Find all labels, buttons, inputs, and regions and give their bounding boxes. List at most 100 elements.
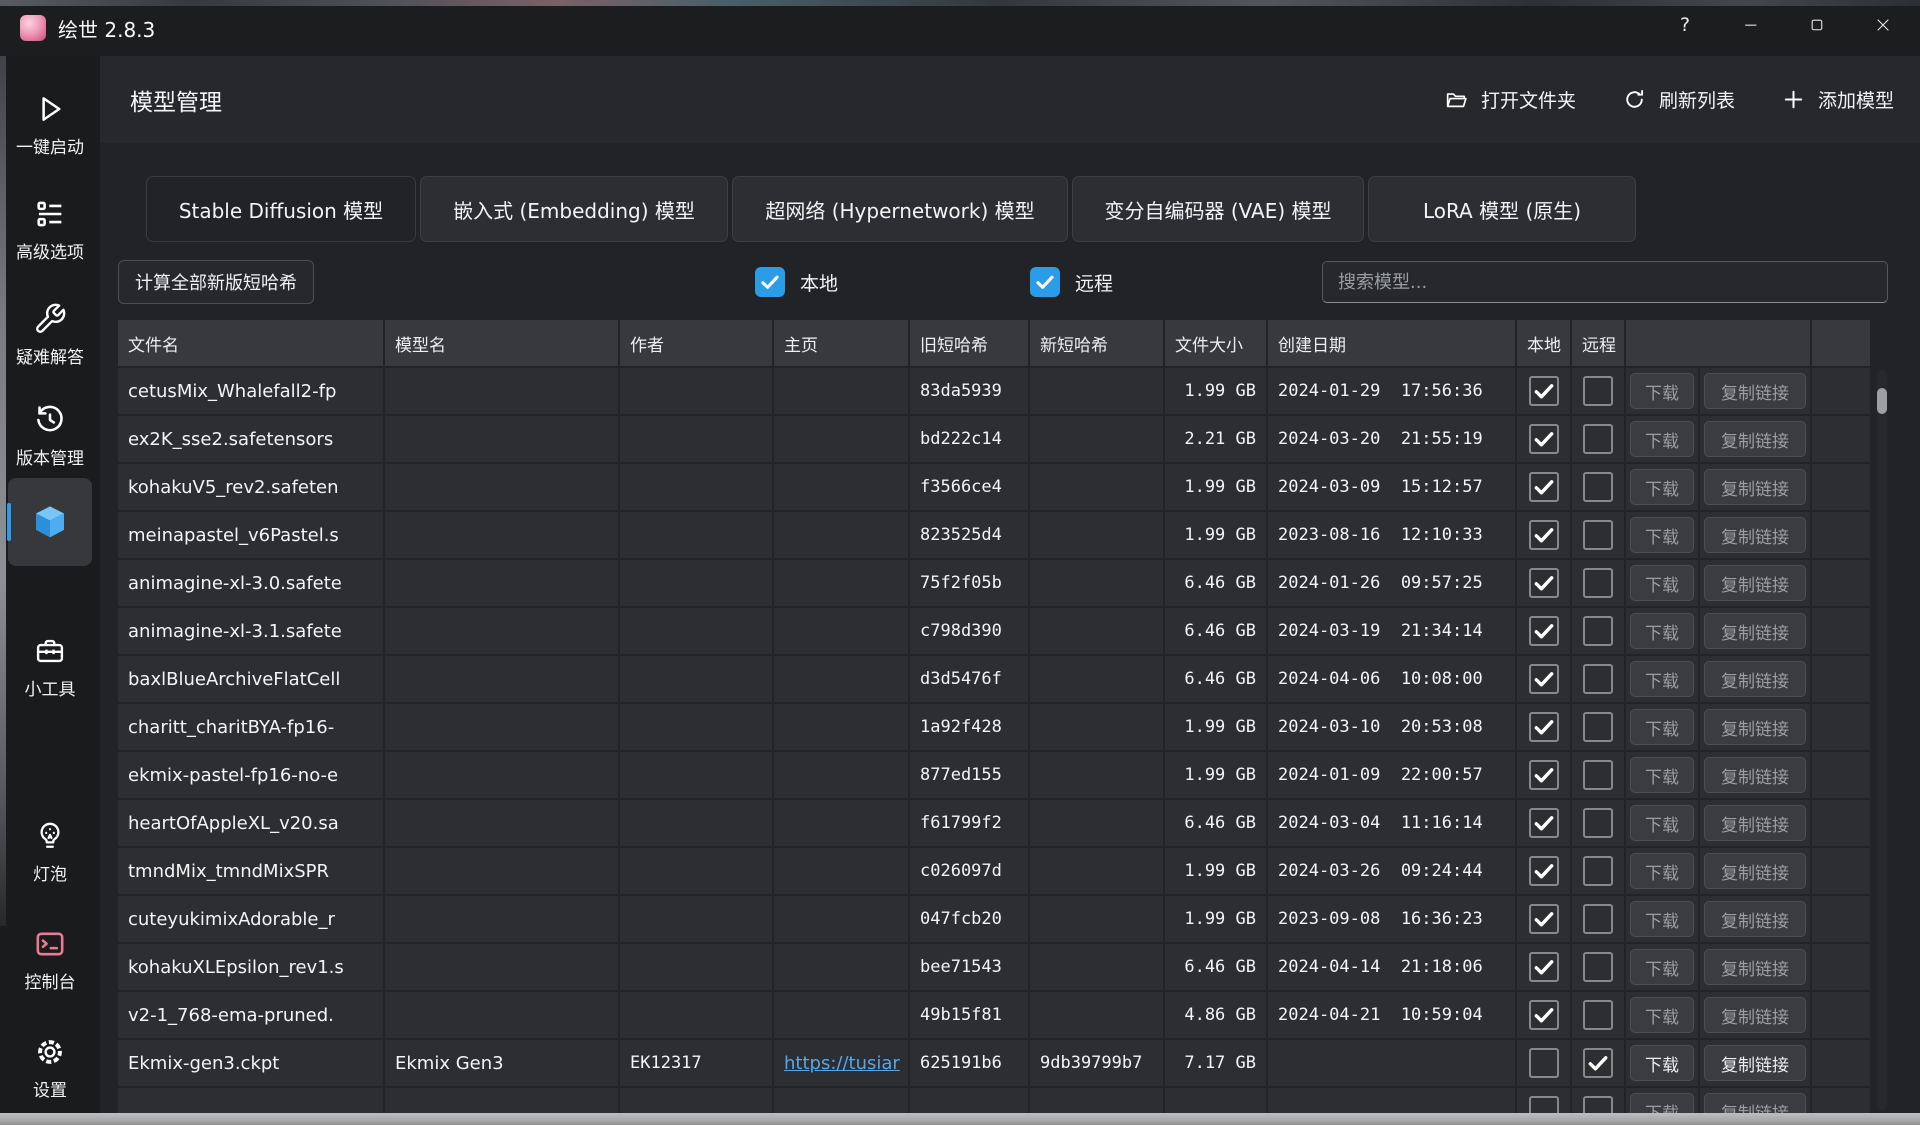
remote-checkbox[interactable] [1583, 856, 1613, 886]
table-row[interactable]: Ekmix-gen3.ckptEkmix Gen3EK12317https://… [118, 1040, 1870, 1086]
search-input[interactable] [1322, 261, 1888, 303]
copy-link-button[interactable]: 复制链接 [1704, 757, 1806, 793]
download-button[interactable]: 下载 [1630, 901, 1694, 937]
minimize-button[interactable] [1718, 0, 1784, 50]
local-checkbox[interactable] [1529, 520, 1559, 550]
remote-checkbox[interactable] [1583, 712, 1613, 742]
remote-checkbox[interactable] [1583, 952, 1613, 982]
local-checkbox[interactable] [1529, 712, 1559, 742]
tab-5[interactable]: LoRA 模型 (原生) [1368, 176, 1636, 242]
local-checkbox[interactable] [1529, 664, 1559, 694]
local-checkbox[interactable] [1529, 952, 1559, 982]
download-button[interactable]: 下载 [1630, 1045, 1694, 1081]
scrollbar-thumb[interactable] [1877, 388, 1887, 414]
download-button[interactable]: 下载 [1630, 613, 1694, 649]
copy-link-button[interactable]: 复制链接 [1704, 613, 1806, 649]
tab-1[interactable]: Stable Diffusion 模型 [146, 176, 416, 242]
sidebar-item-bulb[interactable]: 灯泡 [0, 819, 100, 885]
copy-link-button[interactable]: 复制链接 [1704, 1045, 1806, 1081]
table-row[interactable]: v2-1_768-ema-pruned.49b15f814.86 GB2024-… [118, 992, 1870, 1038]
remote-checkbox[interactable] [1583, 760, 1613, 790]
remote-checkbox[interactable] [1583, 904, 1613, 934]
remote-checkbox[interactable] [1583, 1048, 1613, 1078]
close-button[interactable] [1850, 0, 1916, 50]
remote-checkbox[interactable] [1583, 376, 1613, 406]
copy-link-button[interactable]: 复制链接 [1704, 373, 1806, 409]
local-checkbox[interactable] [1529, 568, 1559, 598]
table-row[interactable]: cetusMix_Whalefall2-fp83da59391.99 GB202… [118, 368, 1870, 414]
local-checkbox[interactable] [1529, 808, 1559, 838]
download-button[interactable]: 下载 [1630, 757, 1694, 793]
local-checkbox[interactable] [1529, 856, 1559, 886]
local-checkbox[interactable] [1529, 376, 1559, 406]
table-row[interactable]: tmndMix_tmndMixSPRc026097d1.99 GB2024-03… [118, 848, 1870, 894]
download-button[interactable]: 下载 [1630, 421, 1694, 457]
local-checkbox[interactable] [1529, 1048, 1559, 1078]
add-model-button[interactable]: 添加模型 [1781, 86, 1894, 113]
copy-link-button[interactable]: 复制链接 [1704, 421, 1806, 457]
local-checkbox[interactable] [1529, 616, 1559, 646]
local-checkbox[interactable] [1529, 424, 1559, 454]
copy-link-button[interactable]: 复制链接 [1704, 517, 1806, 553]
download-button[interactable]: 下载 [1630, 709, 1694, 745]
tab-2[interactable]: 嵌入式 (Embedding) 模型 [420, 176, 728, 242]
download-button[interactable]: 下载 [1630, 517, 1694, 553]
sidebar-item-console[interactable]: 控制台 [0, 927, 100, 993]
copy-link-button[interactable]: 复制链接 [1704, 565, 1806, 601]
help-button[interactable]: ? [1652, 0, 1718, 50]
table-row[interactable]: kohakuXLEpsilon_rev1.sbee715436.46 GB202… [118, 944, 1870, 990]
sidebar-item-version-management[interactable]: 版本管理 [0, 403, 100, 469]
copy-link-button[interactable]: 复制链接 [1704, 997, 1806, 1033]
maximize-button[interactable] [1784, 0, 1850, 50]
table-row[interactable]: animagine-xl-3.0.safete75f2f05b6.46 GB20… [118, 560, 1870, 606]
download-button[interactable]: 下载 [1630, 997, 1694, 1033]
download-button[interactable]: 下载 [1630, 469, 1694, 505]
scrollbar-track[interactable] [1877, 370, 1887, 1110]
table-row[interactable]: meinapastel_v6Pastel.s823525d41.99 GB202… [118, 512, 1870, 558]
open-folder-button[interactable]: 打开文件夹 [1444, 86, 1576, 113]
remote-checkbox[interactable] [1583, 568, 1613, 598]
download-button[interactable]: 下载 [1630, 949, 1694, 985]
local-checkbox[interactable] [1529, 472, 1559, 502]
remote-checkbox[interactable] [1583, 424, 1613, 454]
download-button[interactable]: 下载 [1630, 853, 1694, 889]
download-button[interactable]: 下载 [1630, 565, 1694, 601]
compute-hash-button[interactable]: 计算全部新版短哈希 [118, 260, 314, 304]
download-button[interactable]: 下载 [1630, 373, 1694, 409]
tab-3[interactable]: 超网络 (Hypernetwork) 模型 [732, 176, 1068, 242]
download-button[interactable]: 下载 [1630, 661, 1694, 697]
copy-link-button[interactable]: 复制链接 [1704, 469, 1806, 505]
local-checkbox[interactable] [1529, 760, 1559, 790]
sidebar-item-small-tools[interactable]: 小工具 [0, 634, 100, 700]
copy-link-button[interactable]: 复制链接 [1704, 901, 1806, 937]
table-row[interactable]: charitt_charitBYA-fp16-1a92f4281.99 GB20… [118, 704, 1870, 750]
remote-checkbox[interactable] [1583, 472, 1613, 502]
local-checkbox[interactable] [1529, 1000, 1559, 1030]
copy-link-button[interactable]: 复制链接 [1704, 709, 1806, 745]
sidebar-item-troubleshoot[interactable]: 疑难解答 [0, 302, 100, 368]
copy-link-button[interactable]: 复制链接 [1704, 949, 1806, 985]
sidebar-item-settings[interactable]: 设置 [0, 1035, 100, 1101]
local-checkbox[interactable] [1529, 904, 1559, 934]
table-row[interactable]: baxlBlueArchiveFlatCelld3d5476f6.46 GB20… [118, 656, 1870, 702]
sidebar-item-model-management[interactable] [8, 478, 92, 566]
local-filter-checkbox[interactable] [755, 267, 785, 297]
table-row[interactable]: heartOfAppleXL_v20.saf61799f26.46 GB2024… [118, 800, 1870, 846]
remote-filter-checkbox[interactable] [1030, 267, 1060, 297]
homepage-link[interactable]: https://tusiar [784, 1053, 900, 1074]
table-row[interactable]: kohakuV5_rev2.safetenf3566ce41.99 GB2024… [118, 464, 1870, 510]
remote-checkbox[interactable] [1583, 1000, 1613, 1030]
sidebar-item-launch[interactable]: 一键启动 [0, 92, 100, 158]
table-row[interactable]: cuteyukimixAdorable_r047fcb201.99 GB2023… [118, 896, 1870, 942]
refresh-list-button[interactable]: 刷新列表 [1622, 86, 1735, 113]
table-row[interactable]: ex2K_sse2.safetensorsbd222c142.21 GB2024… [118, 416, 1870, 462]
tab-4[interactable]: 变分自编码器 (VAE) 模型 [1072, 176, 1364, 242]
remote-checkbox[interactable] [1583, 664, 1613, 694]
table-row[interactable]: animagine-xl-3.1.safetec798d3906.46 GB20… [118, 608, 1870, 654]
sidebar-item-advanced-options[interactable]: 高级选项 [0, 197, 100, 263]
copy-link-button[interactable]: 复制链接 [1704, 853, 1806, 889]
table-row[interactable]: ekmix-pastel-fp16-no-e877ed1551.99 GB202… [118, 752, 1870, 798]
remote-checkbox[interactable] [1583, 520, 1613, 550]
remote-checkbox[interactable] [1583, 808, 1613, 838]
copy-link-button[interactable]: 复制链接 [1704, 805, 1806, 841]
